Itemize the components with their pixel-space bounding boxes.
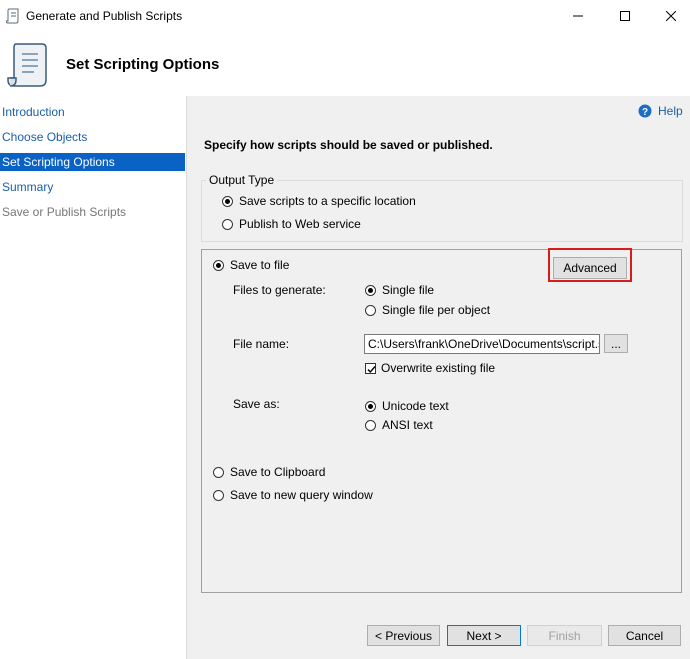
sidebar-item-summary[interactable]: Summary: [0, 178, 185, 196]
maximize-icon: [620, 11, 630, 21]
publish-web-service-radio[interactable]: Publish to Web service: [222, 217, 361, 231]
radio-selected-icon: [365, 284, 376, 296]
wizard-sidebar: Introduction Choose Objects Set Scriptin…: [0, 96, 187, 659]
sidebar-item-save-or-publish: Save or Publish Scripts: [2, 205, 127, 219]
help-link[interactable]: ? Help: [638, 104, 683, 118]
save-to-clipboard-label: Save to Clipboard: [230, 465, 326, 479]
minimize-icon: [573, 15, 583, 17]
previous-button[interactable]: < Previous: [367, 625, 440, 646]
unicode-text-label: Unicode text: [382, 399, 449, 413]
save-options-panel: [201, 249, 682, 593]
window-title: Generate and Publish Scripts: [26, 9, 183, 23]
title-bar: Generate and Publish Scripts: [0, 0, 690, 32]
save-to-query-window-label: Save to new query window: [230, 488, 373, 502]
save-specific-location-label: Save scripts to a specific location: [239, 194, 416, 208]
save-specific-location-radio[interactable]: Save scripts to a specific location: [222, 194, 416, 208]
radio-selected-icon: [213, 259, 224, 271]
script-scroll-icon: [6, 8, 19, 24]
save-as-label: Save as:: [233, 397, 280, 411]
page-title: Set Scripting Options: [66, 56, 220, 73]
radio-unselected-icon: [213, 466, 224, 478]
save-to-clipboard-radio[interactable]: Save to Clipboard: [213, 465, 325, 479]
help-icon: ?: [638, 104, 652, 118]
single-file-per-object-radio[interactable]: Single file per object: [365, 303, 490, 317]
file-name-label: File name:: [233, 337, 290, 351]
maximize-button[interactable]: [602, 0, 648, 32]
publish-web-service-label: Publish to Web service: [239, 217, 361, 231]
single-file-radio[interactable]: Single file: [365, 283, 434, 297]
radio-unselected-icon: [213, 489, 224, 501]
sidebar-item-set-scripting-options[interactable]: Set Scripting Options: [0, 153, 185, 171]
radio-unselected-icon: [365, 304, 376, 316]
save-to-file-radio[interactable]: Save to file: [213, 258, 289, 272]
script-scroll-icon: [7, 43, 47, 87]
radio-selected-icon: [222, 195, 233, 207]
overwrite-existing-label: Overwrite existing file: [381, 361, 496, 375]
ansi-text-label: ANSI text: [382, 418, 433, 432]
unicode-text-radio[interactable]: Unicode text: [365, 399, 449, 413]
radio-selected-icon: [365, 400, 376, 412]
radio-unselected-icon: [365, 419, 376, 431]
ansi-text-radio[interactable]: ANSI text: [365, 418, 433, 432]
svg-text:?: ?: [642, 107, 648, 118]
next-button[interactable]: Next >: [447, 625, 521, 646]
minimize-button[interactable]: [555, 0, 601, 32]
close-icon: [666, 11, 676, 21]
checkbox-checked-icon: [365, 362, 376, 374]
sidebar-item-introduction[interactable]: Introduction: [0, 103, 185, 121]
output-type-group: [201, 180, 683, 242]
files-to-generate-label: Files to generate:: [233, 283, 326, 297]
advanced-button-highlight: [548, 248, 632, 282]
save-to-query-window-radio[interactable]: Save to new query window: [213, 488, 373, 502]
finish-button: Finish: [527, 625, 602, 646]
single-file-per-object-label: Single file per object: [382, 303, 491, 317]
cancel-button[interactable]: Cancel: [608, 625, 681, 646]
output-type-legend: Output Type: [206, 173, 278, 187]
help-label: Help: [658, 104, 683, 118]
sidebar-item-choose-objects[interactable]: Choose Objects: [0, 128, 185, 146]
wizard-header: Set Scripting Options: [0, 32, 690, 96]
overwrite-existing-checkbox[interactable]: Overwrite existing file: [365, 361, 495, 375]
file-name-input[interactable]: C:\Users\frank\OneDrive\Documents\script…: [364, 334, 600, 354]
browse-button[interactable]: ...: [604, 334, 628, 353]
close-button[interactable]: [648, 0, 690, 32]
single-file-label: Single file: [382, 283, 435, 297]
radio-unselected-icon: [222, 218, 233, 230]
instruction-text: Specify how scripts should be saved or p…: [204, 138, 493, 152]
save-to-file-label: Save to file: [230, 258, 290, 272]
